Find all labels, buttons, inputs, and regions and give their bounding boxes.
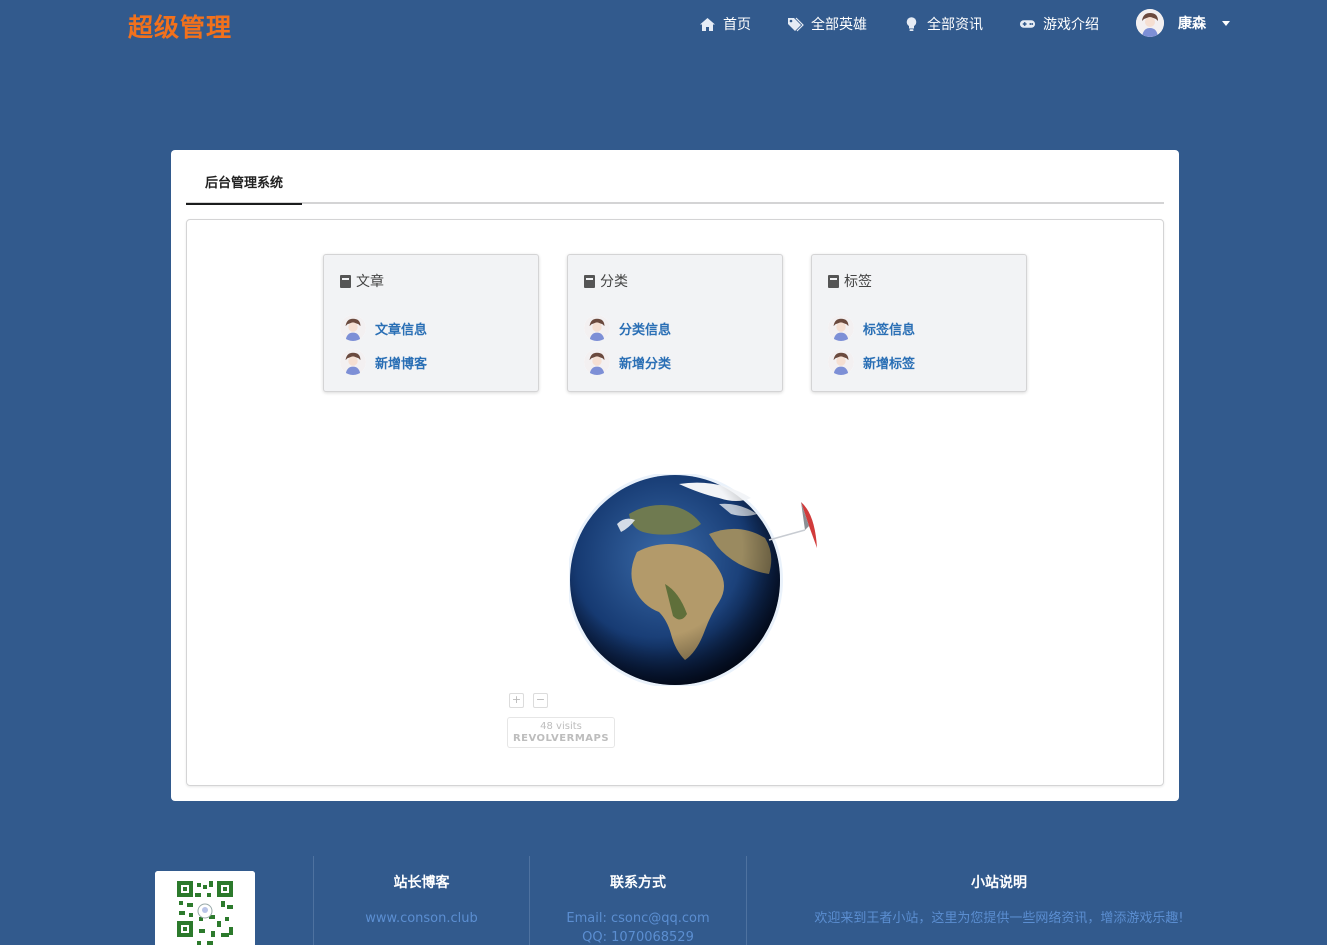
card-title: 文章 <box>356 274 384 290</box>
footer-email: Email: csonc@qq.com <box>566 911 710 926</box>
nav-heroes-label: 全部英雄 <box>811 17 867 33</box>
avatar <box>584 349 610 375</box>
tags-icon <box>787 16 804 33</box>
footer-about: 小站说明 欢迎来到王者小站，这里为您提供一些网络资讯，增添游戏乐趣! <box>747 872 1251 928</box>
zoom-in-button[interactable]: + <box>509 693 524 708</box>
avatar <box>828 315 854 341</box>
card-articles: 文章 文章信息 新增博客 <box>323 254 539 392</box>
footer-blog-title: 站长博客 <box>393 875 450 891</box>
avatar <box>340 349 366 375</box>
top-navbar: 超级管理 首页 全部英雄 全部资讯 游戏介绍 康森 <box>0 0 1327 46</box>
footer-contact-title: 联系方式 <box>610 875 666 891</box>
link-label: 标签信息 <box>863 322 916 338</box>
avatar <box>584 315 610 341</box>
link-new-tag[interactable]: 新增标签 <box>828 349 915 375</box>
home-icon <box>699 16 716 33</box>
avatar <box>340 315 366 341</box>
link-new-blog[interactable]: 新增博客 <box>340 349 427 375</box>
footer-contact: 联系方式 Email: csonc@qq.com QQ: 1070068529 <box>530 872 746 945</box>
link-label: 文章信息 <box>375 322 428 338</box>
tab-bar: 后台管理系统 <box>186 176 1164 205</box>
nav-news-label: 全部资讯 <box>927 17 983 33</box>
gamepad-icon <box>1019 16 1036 33</box>
footer-about-title: 小站说明 <box>971 875 1027 891</box>
nav-game-intro-label: 游戏介绍 <box>1043 17 1099 33</box>
link-label: 新增博客 <box>375 356 428 372</box>
revolvermaps-globe[interactable] <box>567 472 817 688</box>
card-tags: 标签 标签信息 新增标签 <box>811 254 1027 392</box>
link-category-info[interactable]: 分类信息 <box>584 315 671 341</box>
footer-blog: 站长博客 www.conson.club <box>314 872 529 928</box>
nav-home[interactable]: 首页 <box>699 14 751 34</box>
user-avatar <box>1136 9 1164 37</box>
brand-logo[interactable]: 超级管理 <box>128 8 232 44</box>
admin-panel: 后台管理系统 文章 文章信息 新增博客 分类 分类信息 新增分类 标签 标签信息… <box>171 150 1179 801</box>
link-label: 新增标签 <box>863 356 916 372</box>
book-icon <box>828 274 839 288</box>
link-tag-info[interactable]: 标签信息 <box>828 315 915 341</box>
nav-news[interactable]: 全部资讯 <box>903 14 983 34</box>
chevron-down-icon <box>1222 20 1230 26</box>
link-new-category[interactable]: 新增分类 <box>584 349 671 375</box>
card-title: 标签 <box>844 274 872 290</box>
tab-admin-system[interactable]: 后台管理系统 <box>186 176 302 205</box>
wechat-qr-code <box>155 871 255 945</box>
avatar <box>828 349 854 375</box>
visit-counter[interactable]: 48 visits REVOLVERMAPS <box>507 717 615 748</box>
footer-qq: QQ: 1070068529 <box>582 930 694 945</box>
footer-about-text: 欢迎来到王者小站，这里为您提供一些网络资讯，增添游戏乐趣! <box>814 911 1184 926</box>
link-label: 分类信息 <box>619 322 672 338</box>
nav-game-intro[interactable]: 游戏介绍 <box>1019 14 1099 34</box>
footer-blog-link[interactable]: www.conson.club <box>314 909 529 928</box>
card-header: 标签 <box>828 271 872 291</box>
link-article-info[interactable]: 文章信息 <box>340 315 427 341</box>
zoom-out-button[interactable]: − <box>533 693 548 708</box>
book-icon <box>340 274 351 288</box>
footer: 站长博客 www.conson.club 联系方式 Email: csonc@q… <box>0 856 1327 945</box>
user-menu[interactable]: 康森 <box>1136 9 1230 37</box>
provider-label: REVOLVERMAPS <box>512 733 610 744</box>
nav-heroes[interactable]: 全部英雄 <box>787 14 867 34</box>
lightbulb-icon <box>903 16 920 33</box>
link-label: 新增分类 <box>619 356 672 372</box>
tab-content: 文章 文章信息 新增博客 分类 分类信息 新增分类 标签 标签信息 新增标签 +… <box>186 219 1164 786</box>
card-header: 分类 <box>584 271 628 291</box>
nav-home-label: 首页 <box>723 17 751 33</box>
card-title: 分类 <box>600 274 628 290</box>
visit-count: 48 visits <box>540 721 582 732</box>
card-header: 文章 <box>340 271 384 291</box>
card-categories: 分类 分类信息 新增分类 <box>567 254 783 392</box>
user-name: 康森 <box>1178 16 1206 32</box>
book-icon <box>584 274 595 288</box>
